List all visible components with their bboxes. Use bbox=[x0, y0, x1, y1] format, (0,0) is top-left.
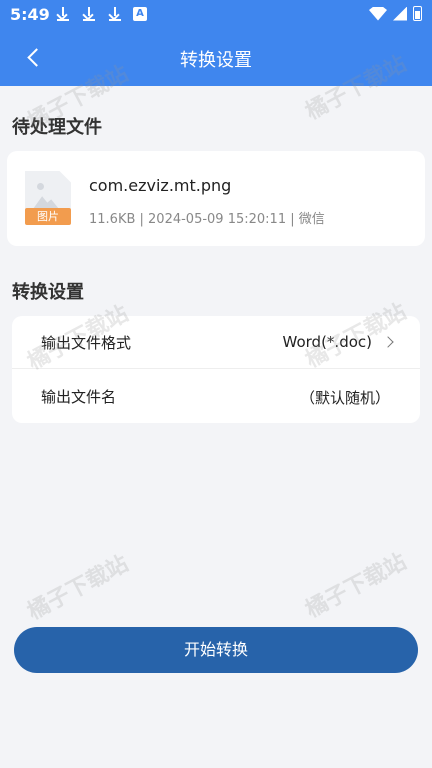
file-type-tag: 图片 bbox=[25, 208, 71, 225]
file-card[interactable]: 图片 com.ezviz.mt.png 11.6KB | 2024-05-09 … bbox=[7, 151, 425, 246]
notification-icons: A bbox=[55, 6, 147, 22]
output-filename-label: 输出文件名 bbox=[41, 388, 117, 406]
page-title: 转换设置 bbox=[180, 50, 252, 71]
output-format-row[interactable]: 输出文件格式 Word(*.doc) bbox=[12, 316, 420, 369]
output-format-value: Word(*.doc) bbox=[282, 333, 372, 351]
file-name: com.ezviz.mt.png bbox=[89, 176, 232, 195]
watermark: 橘子下载站 bbox=[301, 549, 411, 624]
top-app-bar: 5:49 A 转换设置 bbox=[0, 0, 432, 86]
output-filename-value: （默认随机） bbox=[299, 389, 390, 407]
navigation-bar: 转换设置 bbox=[0, 30, 432, 86]
signal-icon bbox=[393, 6, 407, 21]
chevron-right-icon bbox=[382, 336, 394, 348]
system-icons bbox=[369, 6, 422, 21]
pending-files-title: 待处理文件 bbox=[12, 117, 102, 138]
output-filename-row[interactable]: 输出文件名 （默认随机） bbox=[12, 370, 420, 423]
status-bar: 5:49 A bbox=[0, 0, 432, 30]
settings-card: 输出文件格式 Word(*.doc) 输出文件名 （默认随机） bbox=[12, 316, 420, 423]
status-time: 5:49 bbox=[10, 5, 50, 24]
start-convert-button[interactable]: 开始转换 bbox=[14, 627, 418, 673]
download-icon bbox=[55, 6, 71, 22]
wifi-icon bbox=[369, 6, 387, 21]
download-icon bbox=[81, 6, 97, 22]
output-format-label: 输出文件格式 bbox=[41, 334, 132, 352]
file-meta: 11.6KB | 2024-05-09 15:20:11 | 微信 bbox=[89, 212, 325, 227]
download-icon bbox=[107, 6, 123, 22]
settings-title: 转换设置 bbox=[12, 282, 84, 303]
image-file-icon: 图片 bbox=[25, 171, 71, 225]
watermark: 橘子下载站 bbox=[23, 551, 133, 626]
battery-icon bbox=[413, 6, 422, 21]
a-app-icon: A bbox=[133, 7, 147, 21]
